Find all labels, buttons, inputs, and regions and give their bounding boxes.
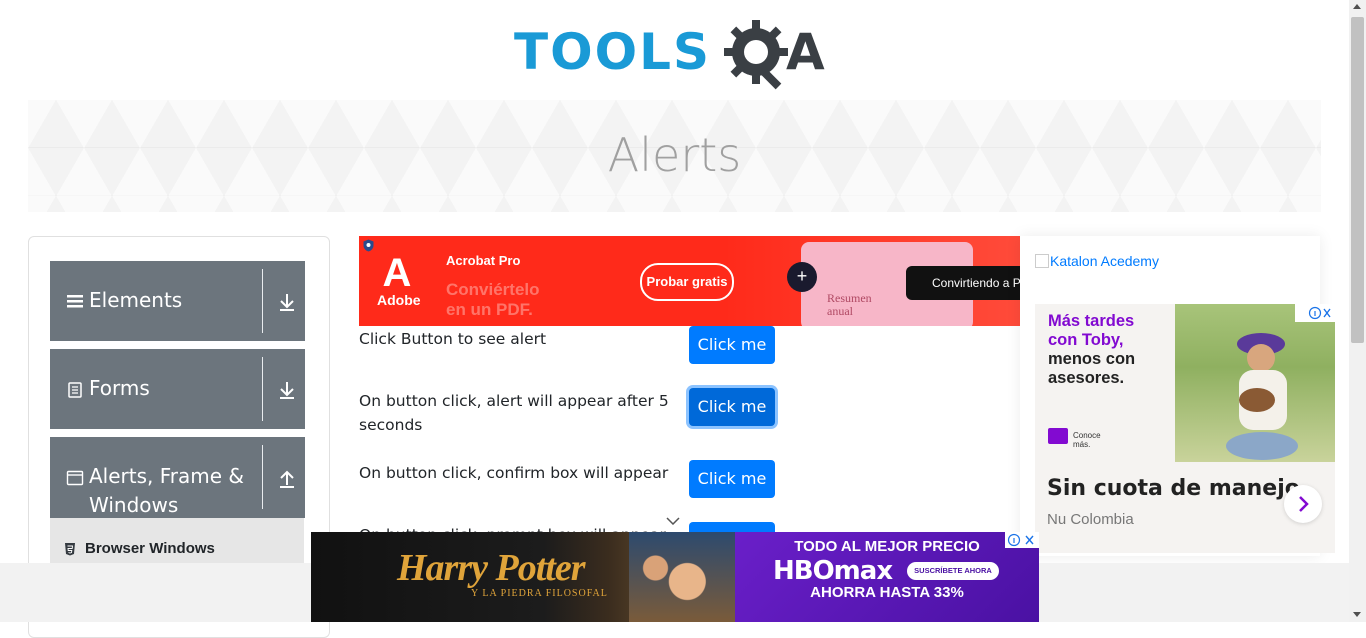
chevron-down-icon[interactable] (666, 517, 680, 525)
page-title: Alerts (607, 128, 742, 182)
hbomax-banner: TODO AL MEJOR PRECIO HBOmax SUSCRÍBETE A… (735, 532, 1039, 622)
scroll-down-arrow-icon[interactable] (1353, 612, 1361, 617)
ad-toast: Convirtiendo a PDF (906, 266, 1020, 300)
menu-group-forms[interactable]: Forms (50, 349, 305, 429)
adobe-logo: A Adobe (377, 251, 421, 312)
nu-ad-title: Sin cuota de manejo (1047, 476, 1300, 501)
ad-choices-badge[interactable] (1295, 304, 1335, 322)
window-icon (66, 470, 84, 486)
timer-alert-button[interactable]: Click me (689, 388, 775, 426)
scroll-up-arrow-icon[interactable] (1353, 4, 1361, 9)
broken-image-icon (1035, 254, 1049, 268)
hbo-offer: AHORRA HASTA 33% (810, 584, 964, 601)
nu-ad-go-button[interactable] (1284, 485, 1322, 523)
nu-colombia-advertisement[interactable]: Más tardes con Toby, menos con asesores.… (1035, 304, 1335, 553)
adobe-advertisement[interactable]: A Adobe Acrobat Pro Conviértelo en un PD… (359, 236, 1020, 326)
hamburger-icon (67, 295, 83, 308)
adobe-brand: Adobe (377, 292, 421, 308)
nu-ad-headline: Más tardes con Toby, menos con asesores. (1048, 312, 1178, 388)
nu-ad-subtitle: Nu Colombia (1047, 511, 1134, 528)
menu-group-label-line2: Windows (89, 493, 179, 517)
chevron-right-icon (1299, 496, 1309, 512)
nu-card-text-line1: Conoce (1073, 431, 1101, 440)
confirm-button[interactable]: Click me (689, 460, 775, 498)
ad-info-icon (1308, 306, 1331, 320)
download-arrow-icon[interactable] (278, 380, 296, 400)
menu-group-label: Forms (89, 376, 150, 400)
hbo-subscribe-button[interactable]: SUSCRÍBETE AHORA (907, 562, 999, 580)
menu-item-browser-windows[interactable]: Browser Windows (50, 518, 304, 568)
page-header-banner: Alerts (28, 100, 1321, 212)
ad-faded-line1: Conviértelo (446, 280, 540, 299)
nu-headline-line1: Más tardes (1048, 312, 1135, 330)
menu-group-elements[interactable]: Elements (50, 261, 305, 341)
adobe-a-icon: A (382, 251, 412, 295)
menu-item-label: Browser Windows (85, 540, 215, 557)
timer-alert-row-label-line1: On button click, alert will appear after… (359, 392, 669, 410)
ad-cta-button[interactable]: Probar gratis (640, 263, 734, 301)
form-icon (68, 382, 82, 398)
vertical-scrollbar[interactable] (1349, 0, 1366, 622)
plus-icon: + (787, 262, 817, 292)
hp-subtitle: Y LA PIEDRA FILOSOFAL (471, 588, 608, 599)
ad-product-name: Acrobat Pro (446, 253, 521, 268)
menu-group-label-line1: Alerts, Frame & (89, 464, 245, 488)
woman-with-puppy-image (1226, 333, 1298, 460)
menu-divider (262, 445, 263, 509)
nu-card-text: Conoce más. (1073, 431, 1101, 449)
toolsqa-logo[interactable]: TOOLS A (514, 14, 838, 92)
ad-faded-text: Conviértelo en un PDF. (446, 280, 540, 320)
alert-row-label: Click Button to see alert (359, 330, 547, 348)
ad-document-text: Resumen anual (827, 292, 872, 318)
hbomax-logo: HBOmax (773, 556, 893, 586)
upload-arrow-icon[interactable] (278, 469, 296, 489)
timer-alert-row-label-line2: seconds (359, 416, 423, 434)
html-icon (65, 543, 75, 556)
logo-wordmark: TOOLS (514, 23, 711, 81)
ad-privacy-shield-icon[interactable] (363, 239, 374, 252)
menu-divider (262, 357, 263, 421)
confirm-row-label: On button click, confirm box will appear (359, 464, 669, 482)
nu-headline-line3: menos con (1048, 350, 1136, 368)
ad-close-badge[interactable] (1005, 532, 1039, 548)
ad-doc-line2: anual (827, 304, 853, 318)
alert-button[interactable]: Click me (689, 326, 775, 364)
harry-potter-banner: Harry Potter Y LA PIEDRA FILOSOFAL (311, 532, 735, 622)
bottom-advertisement[interactable]: Harry Potter Y LA PIEDRA FILOSOFAL TODO … (311, 532, 1039, 622)
menu-group-alerts-frame-windows[interactable]: Alerts, Frame & Windows (50, 437, 305, 518)
hp-title: Harry Potter (397, 547, 585, 589)
logo-suffix: A (786, 23, 825, 81)
nu-card-text-line2: más. (1073, 440, 1091, 449)
menu-group-label: Elements (89, 288, 183, 312)
gear-magnifier-icon (724, 20, 788, 90)
scrollbar-thumb[interactable] (1351, 17, 1364, 343)
hp-cast-image (629, 532, 735, 622)
nu-headline-line4: asesores. (1048, 369, 1125, 387)
nu-headline-line2: con Toby, (1048, 331, 1124, 349)
ad-faded-line2: en un PDF. (446, 300, 533, 319)
download-arrow-icon[interactable] (278, 292, 296, 312)
nu-card-icon (1048, 428, 1068, 444)
hbo-headline: TODO AL MEJOR PRECIO (794, 538, 980, 555)
close-icon (1007, 533, 1034, 547)
katalon-academy-link[interactable]: Katalon Acedemy (1050, 253, 1159, 269)
nu-ad-photo (1175, 304, 1335, 462)
menu-divider (262, 269, 263, 333)
